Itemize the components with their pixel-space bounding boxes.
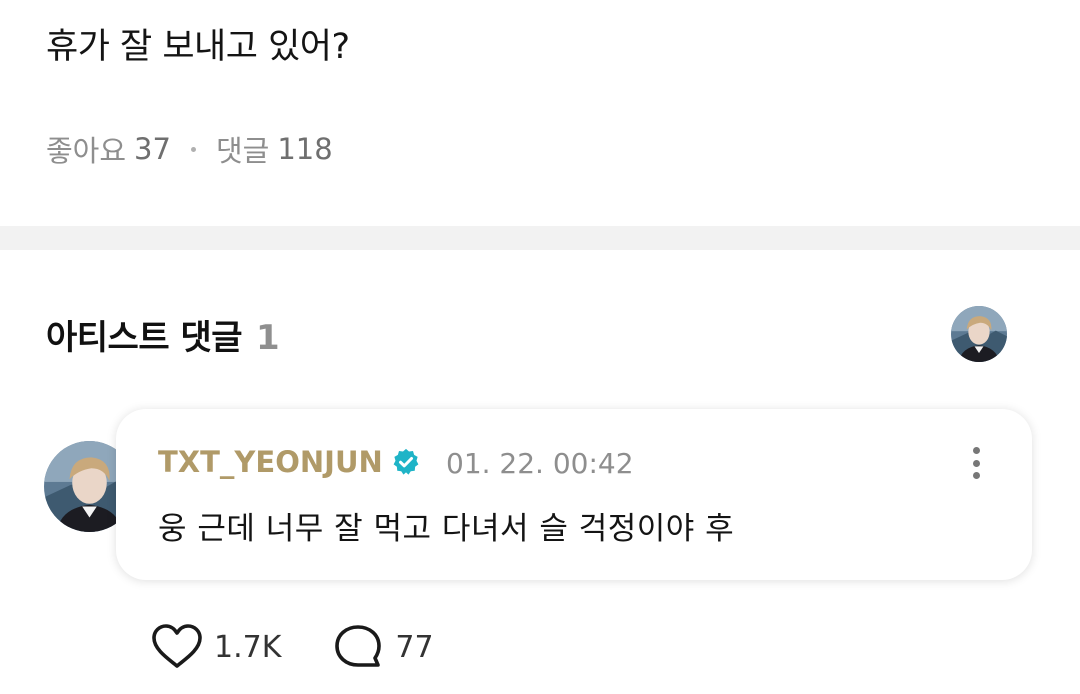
reply-button[interactable]: 77 <box>331 622 434 672</box>
comment-actions: 1.7K 77 <box>150 622 434 672</box>
post-stats: 좋아요 37 댓글 118 <box>46 128 333 170</box>
likes-label[interactable]: 좋아요 <box>46 128 126 170</box>
comments-count[interactable]: 118 <box>277 132 332 166</box>
comment-card: TXT_YEONJUN 01. 22. 00:42 웅 근데 너무 잘 먹고 다… <box>116 409 1032 580</box>
comment-body: 웅 근데 너무 잘 먹고 다녀서 슬 걱정이야 후 <box>158 511 735 547</box>
speech-bubble-icon <box>335 625 382 667</box>
artist-comments-title: 아티스트 댓글 <box>46 318 243 358</box>
section-divider <box>0 226 1080 250</box>
separator-dot <box>190 146 196 152</box>
verified-check-icon <box>393 448 419 475</box>
artist-comments-count: 1 <box>256 318 280 358</box>
comment-author-name[interactable]: TXT_YEONJUN <box>158 445 383 479</box>
like-button[interactable]: 1.7K <box>150 622 281 672</box>
comment-author: TXT_YEONJUN <box>158 445 421 479</box>
like-count: 1.7K <box>214 629 282 665</box>
more-vertical-icon[interactable] <box>964 443 988 483</box>
artist-avatar[interactable] <box>951 306 1007 362</box>
post-text: 휴가 잘 보내고 있어? <box>46 27 350 67</box>
reply-count: 77 <box>395 629 434 665</box>
comments-label[interactable]: 댓글 <box>216 128 269 170</box>
likes-count[interactable]: 37 <box>134 132 171 166</box>
heart-icon <box>152 624 202 668</box>
comment-timestamp: 01. 22. 00:42 <box>446 447 634 480</box>
artist-comments-heading: 아티스트 댓글 1 <box>46 310 280 359</box>
